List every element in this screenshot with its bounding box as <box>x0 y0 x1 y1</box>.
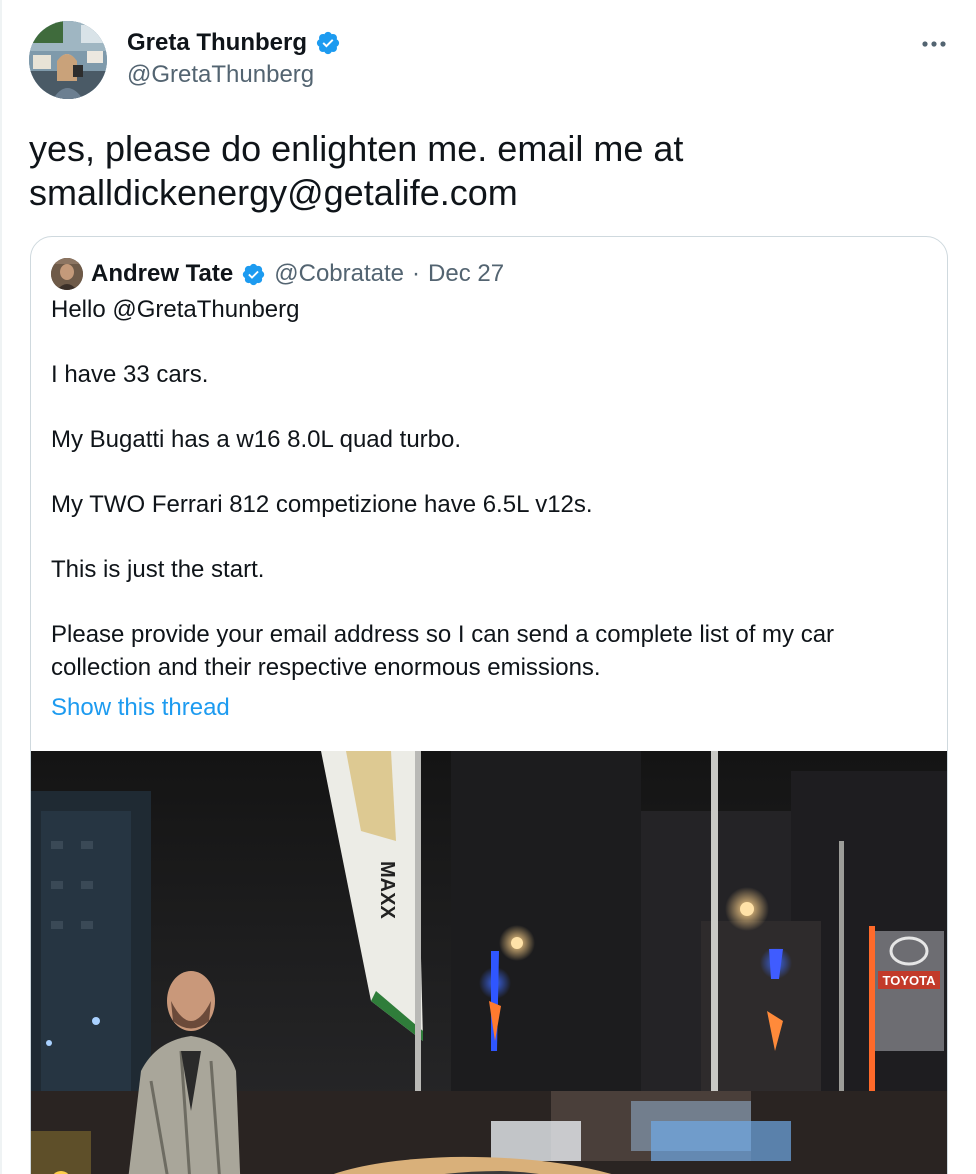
author-handle[interactable]: @GretaThunberg <box>127 60 314 90</box>
verified-badge-icon <box>241 262 266 287</box>
quoted-tweet-card[interactable]: Andrew Tate @Cobratate · Dec 27 Hello @G… <box>30 236 948 1174</box>
author-name[interactable]: Greta Thunberg <box>127 28 307 58</box>
tweet-text: yes, please do enlighten me. email me at… <box>29 127 949 215</box>
toyota-sign-text: TOYOTA <box>883 973 937 988</box>
meta-separator: · <box>412 260 421 287</box>
quoted-author-avatar[interactable] <box>51 258 83 290</box>
quoted-tweet-media[interactable]: MAXX TOYOTA <box>31 751 947 1174</box>
more-horizontal-icon <box>922 41 946 47</box>
author-avatar[interactable] <box>29 21 107 99</box>
quoted-tweet-text: Hello @GretaThunberg I have 33 cars. My … <box>51 294 931 684</box>
tweet-page: Greta Thunberg @GretaThunberg yes, pleas… <box>0 0 976 1174</box>
verified-badge-icon <box>315 30 341 56</box>
show-thread-link[interactable]: Show this thread <box>51 692 230 724</box>
quoted-paragraph: My TWO Ferrari 812 competizione have 6.5… <box>51 491 593 518</box>
quoted-paragraph: This is just the start. <box>51 556 265 583</box>
author-avatar-photo <box>29 21 107 99</box>
quoted-author-handle[interactable]: @Cobratate <box>274 260 404 288</box>
quoted-paragraph: My Bugatti has a w16 8.0L quad turbo. <box>51 426 462 453</box>
tweet-text-line: yes, please do enlighten me. email me at <box>29 128 684 169</box>
column-divider <box>0 0 2 1174</box>
author-name-row[interactable]: Greta Thunberg <box>127 28 341 58</box>
quoted-author-name[interactable]: Andrew Tate <box>91 260 233 288</box>
night-street-photo: MAXX TOYOTA <box>31 751 947 1174</box>
more-options-button[interactable] <box>916 30 952 58</box>
quoted-author-avatar-photo <box>51 258 83 290</box>
quoted-tweet-date[interactable]: Dec 27 <box>428 260 504 288</box>
quoted-paragraph: Hello @GretaThunberg <box>51 296 300 323</box>
banner-text: MAXX <box>376 861 398 919</box>
quoted-paragraph: Please provide your email address so I c… <box>51 621 835 681</box>
quoted-tweet-header: Andrew Tate @Cobratate · Dec 27 <box>51 257 504 291</box>
quoted-paragraph: I have 33 cars. <box>51 361 209 388</box>
tweet-text-line: smalldickenergy@getalife.com <box>29 172 518 213</box>
